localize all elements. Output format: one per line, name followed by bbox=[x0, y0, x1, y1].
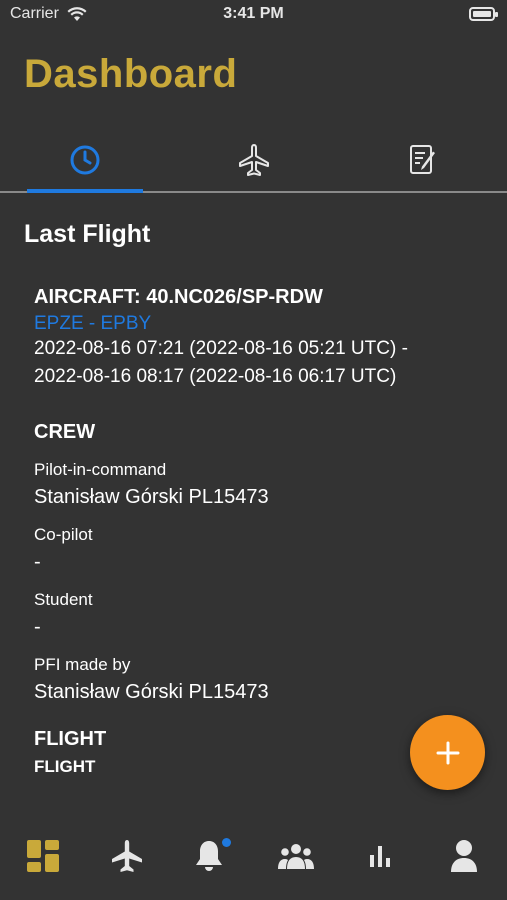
nav-profile[interactable] bbox=[439, 836, 489, 876]
tab-logbook[interactable] bbox=[365, 130, 481, 190]
bottom-nav bbox=[0, 814, 507, 900]
flight-time-start: 2022-08-16 07:21 (2022-08-16 05:21 UTC) … bbox=[34, 338, 408, 359]
plus-icon bbox=[436, 741, 459, 764]
battery-icon bbox=[469, 7, 498, 21]
dashboard-icon bbox=[27, 840, 59, 872]
airplane-icon bbox=[112, 840, 142, 872]
add-flight-button[interactable] bbox=[410, 715, 485, 790]
status-bar: Carrier 3:41 PM bbox=[0, 0, 507, 30]
airplane-icon bbox=[239, 144, 269, 176]
top-tabs bbox=[0, 130, 507, 192]
crew-label-pfi: PFI made by bbox=[34, 655, 131, 674]
tab-active-indicator bbox=[27, 189, 143, 193]
clock-icon bbox=[70, 145, 100, 175]
crew-label-copilot: Co-pilot bbox=[34, 525, 93, 544]
notification-badge bbox=[222, 838, 231, 847]
status-time: 3:41 PM bbox=[223, 5, 284, 22]
nav-flights[interactable] bbox=[102, 836, 152, 876]
flight-time-end: 2022-08-16 08:17 (2022-08-16 06:17 UTC) bbox=[34, 366, 397, 387]
nav-statistics[interactable] bbox=[355, 836, 405, 876]
nav-crew[interactable] bbox=[271, 836, 321, 876]
section-title: Last Flight bbox=[24, 220, 151, 248]
aircraft-label: AIRCRAFT: 40.NC026/SP-RDW bbox=[34, 286, 323, 308]
crew-value-student: - bbox=[34, 616, 41, 638]
crew-label-student: Student bbox=[34, 590, 93, 609]
crew-value-copilot: - bbox=[34, 551, 41, 573]
crew-value-pic: Stanisław Górski PL15473 bbox=[34, 486, 269, 508]
tab-recent[interactable] bbox=[27, 130, 143, 190]
bell-icon bbox=[196, 841, 222, 871]
bar-chart-icon bbox=[370, 846, 390, 867]
page-title: Dashboard bbox=[24, 52, 238, 96]
group-icon bbox=[278, 844, 314, 869]
tab-flights[interactable] bbox=[196, 130, 312, 190]
nav-dashboard[interactable] bbox=[18, 836, 68, 876]
user-icon bbox=[451, 840, 477, 872]
document-edit-icon bbox=[410, 145, 435, 174]
crew-heading: CREW bbox=[34, 421, 96, 443]
route-link[interactable]: EPZE - EPBY bbox=[34, 313, 494, 335]
crew-label-pic: Pilot-in-command bbox=[34, 460, 167, 479]
crew-value-pfi: Stanisław Górski PL15473 bbox=[34, 681, 269, 703]
